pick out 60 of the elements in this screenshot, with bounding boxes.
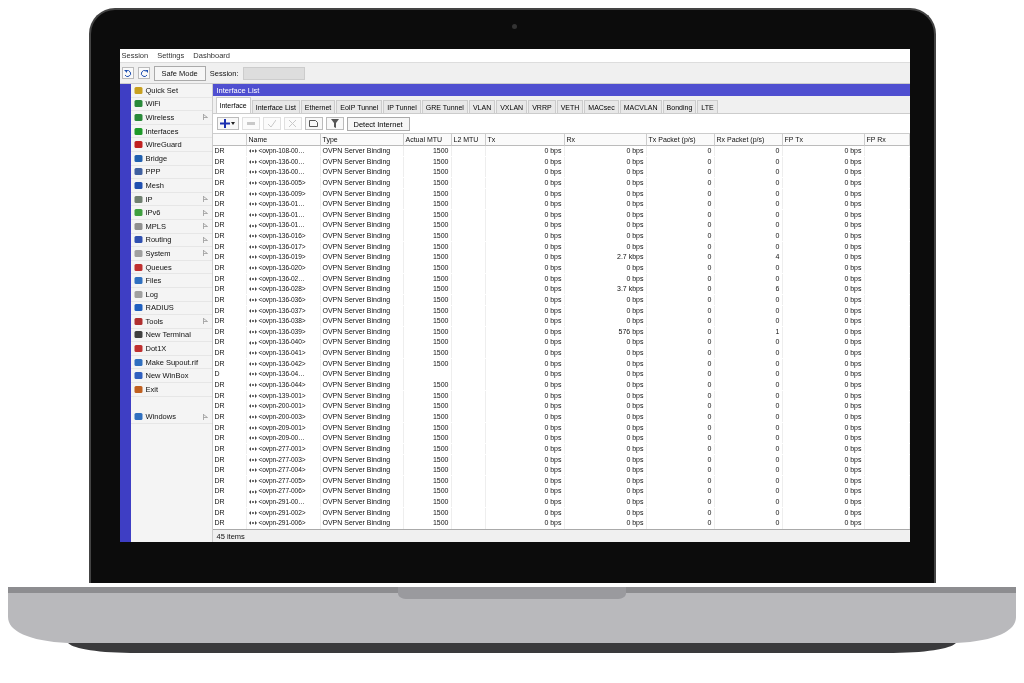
submenu-arrow-icon [202, 209, 208, 216]
tunnel-icon [248, 436, 257, 441]
submenu-arrow-icon [202, 250, 208, 257]
tunnel-icon [248, 425, 257, 430]
tunnel-icon [248, 234, 257, 239]
submenu-arrow-icon [202, 236, 208, 243]
filter-icon [330, 119, 339, 128]
cross-icon [289, 120, 296, 127]
tunnel-icon [248, 287, 257, 292]
tunnel-icon [248, 149, 257, 154]
tunnel-icon [248, 298, 257, 302]
undo-icon [123, 69, 132, 77]
tunnel-icon [248, 319, 257, 324]
tunnel-icon [248, 351, 257, 356]
tunnel-icon [248, 340, 257, 345]
tunnel-icon [248, 521, 257, 526]
tunnel-icon [248, 383, 257, 388]
menu-item-icon [133, 412, 143, 422]
tunnel-icon [248, 415, 257, 420]
tunnel-icon [248, 202, 257, 207]
tunnel-icon [248, 372, 257, 377]
redo-icon [139, 69, 148, 77]
tunnel-icon [248, 223, 257, 228]
tunnel-icon [248, 212, 257, 217]
tunnel-icon [248, 170, 257, 175]
tunnel-icon [248, 276, 257, 281]
tunnel-icon [248, 308, 257, 313]
tunnel-icon [248, 255, 257, 260]
tunnel-icon [248, 478, 257, 483]
add-button[interactable] [216, 117, 239, 130]
tunnel-icon [248, 510, 257, 515]
tunnel-icon [248, 457, 257, 462]
submenu-arrow-icon [202, 223, 208, 230]
tunnel-icon [248, 244, 257, 249]
tunnel-icon [248, 468, 257, 473]
camera-icon [512, 24, 517, 29]
check-icon [267, 120, 276, 127]
tunnel-icon [248, 489, 257, 494]
comment-button[interactable] [304, 117, 323, 130]
tunnel-icon [248, 446, 257, 451]
submenu-arrow-icon [202, 196, 208, 203]
tunnel-icon [248, 159, 257, 164]
tunnel-icon [248, 180, 257, 185]
submenu-arrow-icon [202, 413, 208, 420]
plus-icon [219, 119, 236, 128]
filter-button[interactable] [325, 117, 344, 130]
tunnel-icon [248, 191, 257, 196]
tunnel-icon [248, 404, 257, 409]
note-icon [309, 120, 318, 127]
tunnel-icon [248, 361, 257, 366]
tunnel-icon [248, 500, 257, 505]
tunnel-icon [248, 393, 257, 398]
submenu-arrow-icon [202, 114, 208, 121]
submenu-arrow-icon [202, 318, 208, 325]
session-field[interactable] [242, 66, 305, 80]
tunnel-icon [248, 266, 257, 271]
minus-icon [246, 122, 255, 125]
undo-button[interactable] [121, 67, 134, 79]
redo-button[interactable] [137, 67, 150, 79]
tunnel-icon [248, 329, 257, 334]
